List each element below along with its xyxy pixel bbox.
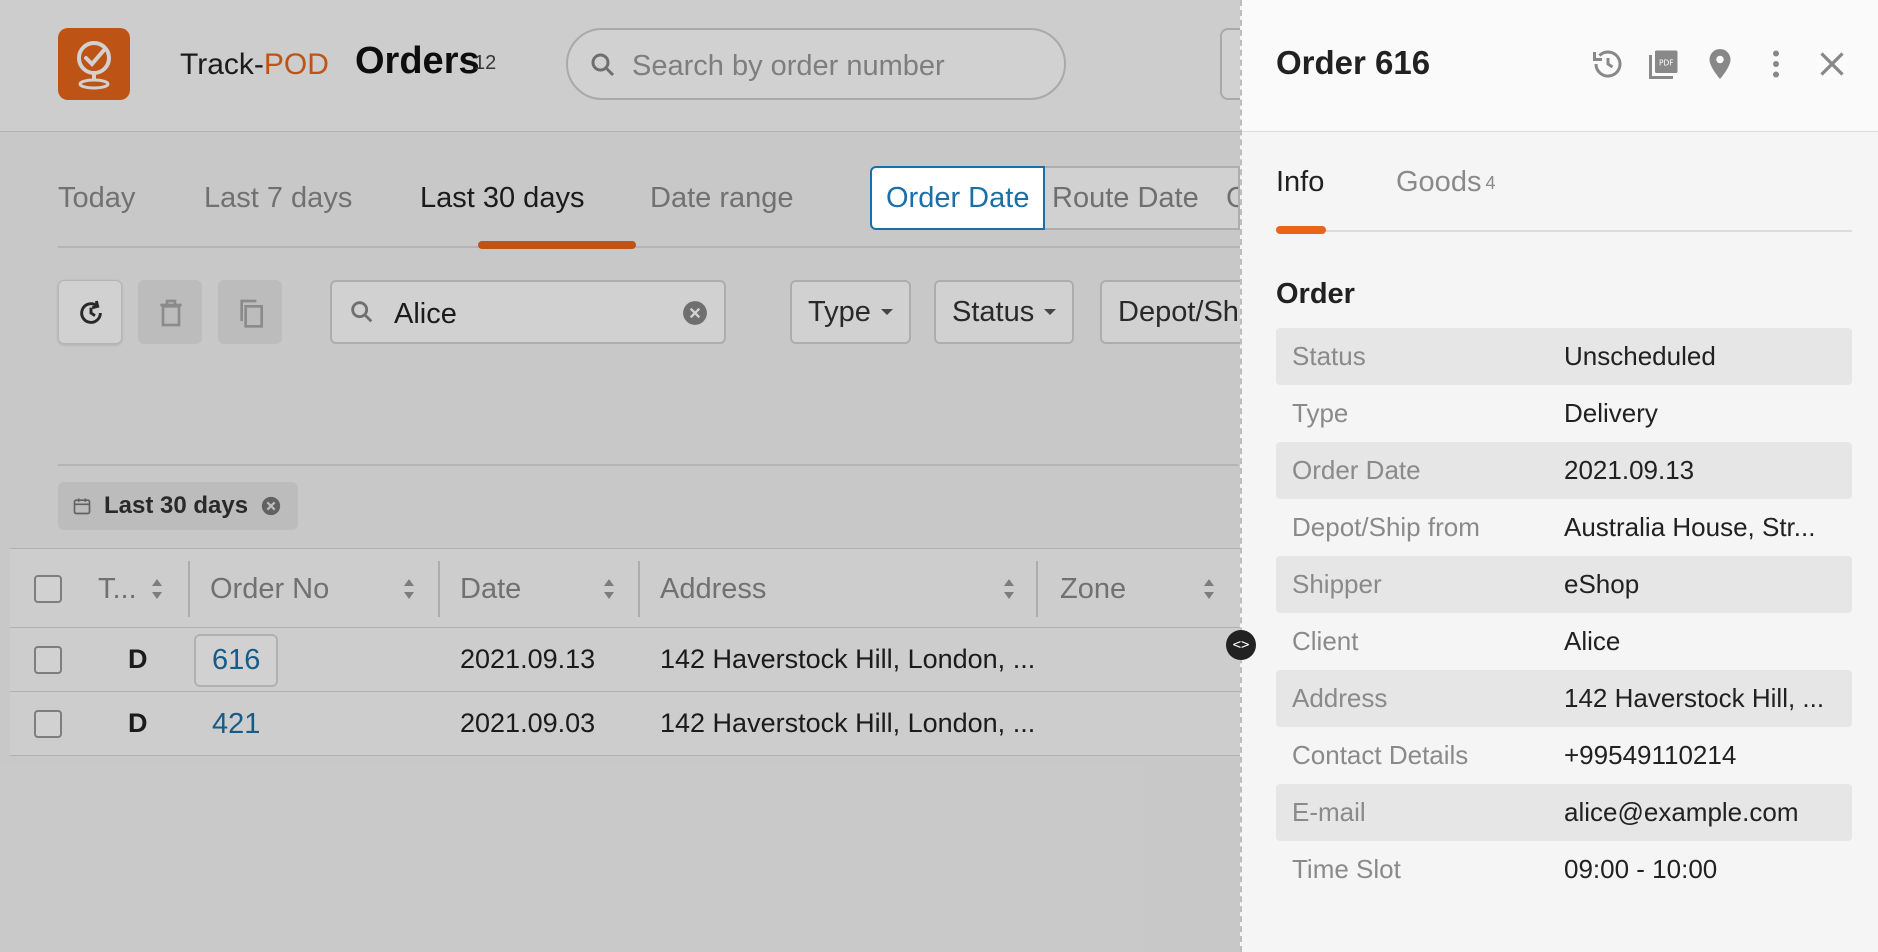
info-value: 09:00 - 10:00 [1564,854,1718,884]
info-key: Type [1292,398,1349,428]
section-title-order: Order [1276,278,1355,310]
info-row-type: Type Delivery [1276,385,1852,442]
tab-info[interactable]: Info [1276,166,1324,199]
info-key: Contact Details [1292,740,1469,770]
info-value: Alice [1564,626,1621,656]
info-value: 142 Haverstock Hill, ... [1564,683,1825,713]
order-info-table: Status Unscheduled Type Delivery Order Dat… [1276,328,1852,898]
panel-resize-handle[interactable]: <> [1226,630,1256,660]
order-date-toggle[interactable]: Order Date [870,166,1046,230]
info-key: Time Slot [1292,854,1401,884]
info-row-client: Client Alice [1276,613,1852,670]
tab-goods[interactable]: Goods 4 [1396,166,1495,199]
history-icon[interactable] [1590,46,1626,82]
info-row-order-date: Order Date 2021.09.13 [1276,442,1852,499]
info-row-address: Address 142 Haverstock Hill, ... [1276,670,1852,727]
svg-text:PDF: PDF [1659,59,1674,68]
info-key: Status [1292,341,1366,371]
info-value: Australia House, Str... [1564,512,1816,542]
info-key: Client [1292,626,1359,656]
info-key: Address [1292,683,1388,713]
tab-goods-label: Goods [1396,166,1482,198]
close-icon[interactable] [1814,46,1850,82]
info-value: eShop [1564,569,1640,599]
info-key: Shipper [1292,569,1382,599]
info-row-depot: Depot/Ship from Australia House, Str... [1276,499,1852,556]
info-value: 2021.09.13 [1564,455,1695,485]
modal-backdrop[interactable] [0,0,1240,952]
info-row-shipper: Shipper eShop [1276,556,1852,613]
panel-title: Order 616 [1276,44,1431,81]
info-value: Delivery [1564,398,1658,428]
info-value: +99549110214 [1564,740,1737,770]
info-row-status: Status Unscheduled [1276,328,1852,385]
info-row-time-slot: Time Slot 09:00 - 10:00 [1276,841,1852,898]
location-pin-icon[interactable] [1702,46,1738,82]
goods-count-badge: 4 [1485,173,1496,193]
order-details-panel: Order 616 PDF Info Goods 4 Order Status Un… [1240,0,1878,952]
info-key: E-mail [1292,797,1366,827]
panel-header: Order 616 PDF [1242,0,1878,132]
info-value: alice@example.com [1564,797,1799,827]
active-tab-indicator [1276,226,1326,234]
panel-tabs: Info Goods 4 [1276,148,1852,234]
pdf-icon[interactable]: PDF [1646,46,1682,82]
info-key: Order Date [1292,455,1421,485]
more-vert-icon[interactable] [1758,46,1794,82]
info-row-email: E-mail alice@example.com [1276,784,1852,841]
info-row-contact: Contact Details +99549110214 [1276,727,1852,784]
info-key: Depot/Ship from [1292,512,1480,542]
info-value: Unscheduled [1564,341,1716,371]
